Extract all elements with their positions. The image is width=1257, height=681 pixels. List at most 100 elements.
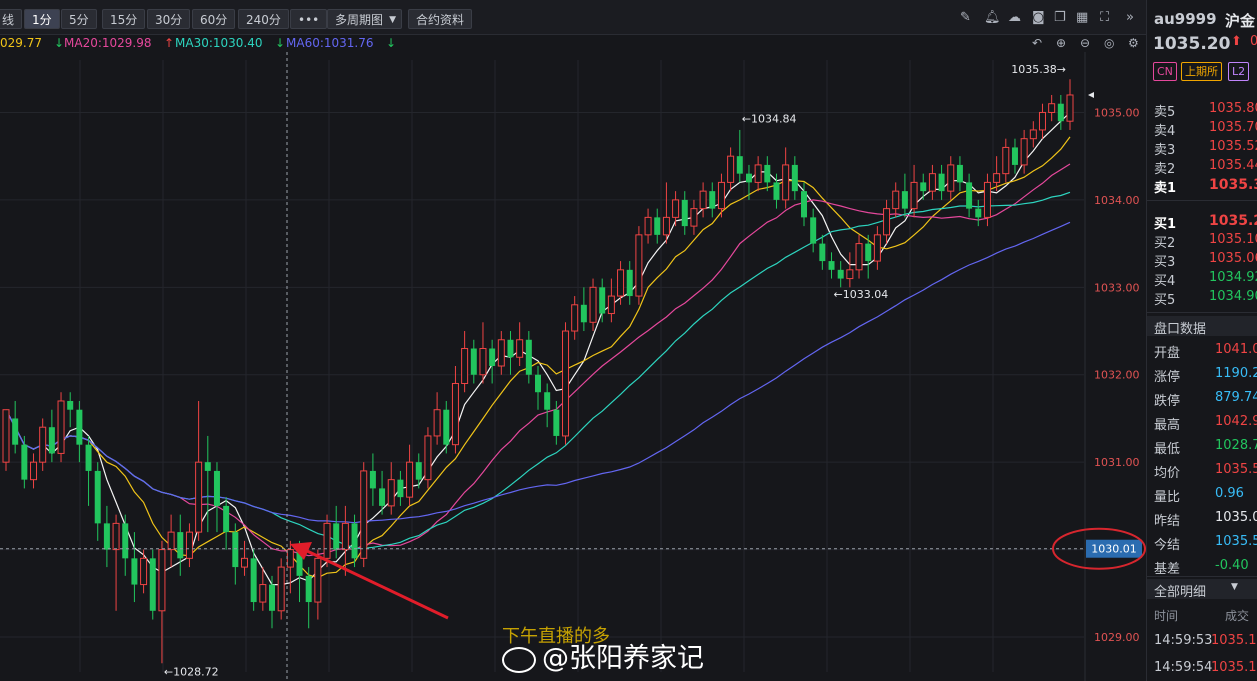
stat-row: 量比 0.96 — [1147, 486, 1257, 505]
ma30-value: MA30:1030.40 — [175, 36, 263, 50]
ask-value: 1035.80 — [1209, 101, 1257, 116]
bid-row: 买5 1034.90 — [1147, 289, 1257, 308]
timeframe-partial[interactable]: 线 — [0, 9, 23, 29]
stat-row: 涨停 1190.24 — [1147, 366, 1257, 385]
zoom-in-icon[interactable]: ⊕ — [1056, 36, 1066, 50]
stat-value: 1042.94 — [1215, 414, 1257, 429]
bid-label: 买1 — [1154, 217, 1177, 232]
candle-body — [122, 523, 129, 559]
last-price-marker — [1088, 91, 1094, 98]
candle-body — [30, 461, 38, 481]
ask-row: 卖1 1035.38 — [1147, 177, 1257, 196]
trade-row: 14:59:541035.18 — [1147, 660, 1257, 679]
camera-icon[interactable]: ◙ — [1032, 10, 1045, 25]
ask-label: 卖3 — [1154, 143, 1176, 158]
reset-icon[interactable]: ◎ — [1104, 36, 1114, 50]
collapse-icon[interactable]: » — [1126, 10, 1134, 25]
cloud-icon[interactable]: ☁ — [1008, 10, 1021, 25]
candle-body — [553, 409, 560, 436]
multi-period-dropdown[interactable]: 多周期图 ▼ — [327, 9, 403, 29]
timeframe-1m[interactable]: 1分 — [24, 9, 60, 29]
detail-columns: 时间 成交 — [1147, 607, 1257, 626]
candle-body — [387, 479, 395, 507]
candle-body — [1029, 129, 1037, 140]
contract-info-button[interactable]: 合约资料 — [408, 9, 473, 29]
stat-row: 昨结 1035.00 — [1147, 510, 1257, 529]
chevron-down-icon: ▼ — [1231, 582, 1238, 592]
candle-body — [158, 549, 166, 612]
candle-body — [507, 339, 514, 358]
candle-body — [717, 181, 725, 210]
weibo-watermark: @张阳养家记 — [502, 636, 704, 675]
candle-body — [883, 208, 891, 236]
settings-icon[interactable]: ⚙ — [1128, 36, 1139, 50]
candle-body — [607, 295, 615, 315]
candle-body — [654, 217, 661, 235]
zoom-out-icon[interactable]: ⊖ — [1080, 36, 1090, 50]
candle-body — [1002, 146, 1010, 175]
candle-body — [644, 216, 652, 236]
weibo-brand: @张阳养家记 — [542, 643, 704, 674]
candle-body — [1038, 111, 1046, 131]
candle-body — [571, 304, 579, 332]
detail-title: 全部明细 — [1154, 585, 1207, 600]
fullscreen-icon[interactable]: ⛶ — [1100, 10, 1109, 25]
bid-value: 1035.10 — [1209, 232, 1257, 247]
stat-label: 均价 — [1154, 466, 1181, 481]
undo-icon[interactable]: ↶ — [1032, 36, 1042, 50]
candle-body — [892, 190, 900, 210]
price-axis: 1035.00 1034.00 1033.00 1032.00 1031.00 1030.… — [1084, 52, 1140, 681]
candle-body — [433, 409, 441, 437]
candle-body — [12, 418, 19, 445]
price-change: 0 — [1250, 34, 1257, 49]
last-price: 1035.20 — [1153, 34, 1231, 54]
timeframe-60m[interactable]: 60分 — [192, 9, 236, 29]
bell-icon[interactable]: 🔔︎ — [984, 10, 1001, 25]
candle-body — [424, 435, 432, 481]
candle-body — [103, 523, 110, 550]
stat-row: 跌停 879.74 — [1147, 390, 1257, 409]
stat-label: 最高 — [1154, 418, 1181, 433]
trade-price: 1035.18 — [1211, 633, 1257, 648]
candle-body — [2, 409, 10, 463]
ask-label: 卖4 — [1154, 124, 1176, 139]
timeframe-240m[interactable]: 240分 — [238, 9, 289, 29]
candlestick-chart[interactable]: 1035.00 1034.00 1033.00 1032.00 1031.00 1030.… — [0, 52, 1146, 681]
candle-body — [341, 522, 349, 551]
candle-body — [223, 505, 230, 533]
multi-period-label: 多周期图 — [335, 13, 384, 27]
detail-header[interactable]: 全部明细 ▼ — [1147, 579, 1257, 600]
stat-label: 昨结 — [1154, 514, 1181, 529]
layout-icon[interactable]: ▦ — [1076, 10, 1088, 25]
candle-body — [837, 269, 844, 279]
candle-body — [195, 461, 203, 533]
candle-body — [947, 164, 955, 192]
timeframe-5m[interactable]: 5分 — [61, 9, 97, 29]
candle-body — [406, 461, 414, 498]
candle-body — [562, 330, 570, 437]
stat-label: 最低 — [1154, 442, 1181, 457]
stat-row: 开盘 1041.00 — [1147, 342, 1257, 361]
more-button[interactable]: ••• — [290, 9, 328, 29]
stat-row: 今结 1035.54 — [1147, 534, 1257, 553]
price-tick-label: 1034.00 — [1094, 194, 1140, 207]
candle-body — [662, 216, 670, 236]
candle-body — [85, 444, 92, 471]
candle-body — [709, 191, 716, 209]
timeframe-15m[interactable]: 15分 — [102, 9, 146, 29]
draw-icon[interactable]: ✎ — [960, 10, 971, 25]
bid-label: 买2 — [1154, 236, 1176, 251]
tag-l2: L2 — [1228, 62, 1250, 81]
candle-body — [112, 522, 120, 551]
candle-body — [443, 409, 450, 445]
divider — [1147, 312, 1257, 313]
stat-value: 1035.50 — [1215, 462, 1257, 477]
ask-label: 卖2 — [1154, 162, 1176, 177]
candle-body — [983, 181, 991, 218]
bid-row: 买1 1035.20 — [1147, 213, 1257, 232]
candle-body — [745, 173, 752, 183]
candle-body — [873, 234, 881, 262]
copy-icon[interactable]: ❐ — [1054, 10, 1066, 25]
timeframe-30m[interactable]: 30分 — [147, 9, 191, 29]
column-price: 成交 — [1225, 609, 1250, 623]
